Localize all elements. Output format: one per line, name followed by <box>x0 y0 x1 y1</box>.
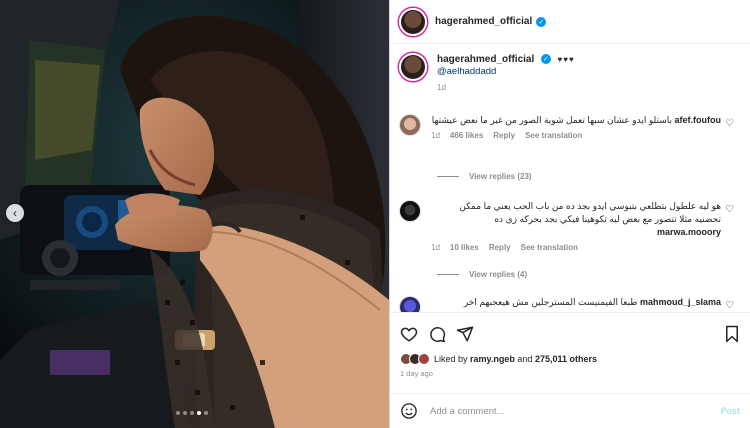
carousel-indicator <box>176 411 208 415</box>
comment-item: باستلو ايدو عشان سبها تعمل شوية الصور من… <box>399 114 744 140</box>
comment-text: باستلو ايدو عشان سبها تعمل شوية الصور من… <box>431 115 672 125</box>
post-caption: hagerahmed_official ✓ ♥♥♥ @aelhaddadd 1d <box>390 44 750 92</box>
author-avatar[interactable] <box>399 53 427 81</box>
view-replies-button[interactable]: View replies (4) <box>437 270 527 279</box>
comment-input[interactable]: Add a comment... <box>430 406 720 417</box>
comment-username[interactable]: mahmoud_j_slama <box>640 297 721 307</box>
comment-like-heart-icon[interactable]: ♡ <box>725 118 734 129</box>
likes-count[interactable]: 275,011 others <box>535 354 597 364</box>
verified-badge-icon: ✓ <box>540 54 551 65</box>
verified-badge-icon: ✓ <box>536 16 547 27</box>
reply-button[interactable]: Reply <box>493 131 515 140</box>
reply-button[interactable]: Reply <box>489 243 511 252</box>
send-icon[interactable] <box>456 325 474 343</box>
caption-mention-link[interactable]: @aelhaddadd <box>437 66 575 77</box>
commenter-avatar[interactable] <box>399 114 421 136</box>
carousel-dot <box>183 411 187 415</box>
caption-age: 1d <box>437 83 446 92</box>
replies-divider <box>437 176 459 177</box>
post-comment-button[interactable]: Post <box>720 406 740 416</box>
photo-illustration <box>0 0 389 428</box>
bookmark-icon[interactable] <box>724 325 740 343</box>
caption-hearts: ♥♥♥ <box>557 55 575 64</box>
likes-summary: Liked by ramy.ngeb and 275,011 others <box>400 353 740 365</box>
post-time-ago: 1 day ago <box>400 369 433 378</box>
carousel-dot <box>176 411 180 415</box>
see-translation-link[interactable]: See translation <box>521 243 578 252</box>
commenter-avatar[interactable] <box>399 200 421 222</box>
comment-item: طبعا الفيمنيست المسترجلين مش هيعجبهم اخر… <box>399 296 744 312</box>
comment-text: هو ليه علطول بتطلعي بتبوسي ايدو بجد ده م… <box>459 201 721 224</box>
likes-prefix: Liked by <box>434 354 468 364</box>
comment-like-heart-icon[interactable]: ♡ <box>725 204 734 215</box>
liker-avatars <box>400 353 430 365</box>
view-replies-label: View replies (4) <box>469 270 528 279</box>
comment-username[interactable]: afef.foufou <box>675 115 722 125</box>
likes-and: and <box>517 354 533 364</box>
comment-likes[interactable]: 466 likes <box>450 131 483 140</box>
comment-age: 1d <box>431 243 440 252</box>
comment-meta: 1d 466 likes Reply See translation <box>431 131 721 140</box>
replies-divider <box>437 274 459 275</box>
comments-scroll-area[interactable]: hagerahmed_official ✓ ♥♥♥ @aelhaddadd 1d… <box>390 44 750 312</box>
commenter-avatar[interactable] <box>399 296 421 312</box>
comment-username[interactable]: marwa.mooory <box>657 227 721 237</box>
caption-username[interactable]: hagerahmed_official <box>437 54 534 65</box>
instagram-post-window: ‹ hagerahmed_official ✓ hagerahmed_offic… <box>0 0 750 428</box>
heart-icon[interactable] <box>400 325 418 343</box>
comment-icon[interactable] <box>428 325 446 343</box>
carousel-dot <box>190 411 194 415</box>
liked-by-user[interactable]: ramy.ngeb <box>470 354 515 364</box>
emoji-icon[interactable] <box>400 402 418 420</box>
comment-meta: 1d 10 likes Reply See translation <box>431 243 721 252</box>
view-replies-label: View replies (23) <box>469 172 532 181</box>
carousel-dot-active <box>197 411 201 415</box>
author-username[interactable]: hagerahmed_official <box>435 16 532 27</box>
view-replies-button[interactable]: View replies (23) <box>437 172 532 181</box>
comment-age: 1d <box>431 131 440 140</box>
author-avatar[interactable] <box>399 7 427 36</box>
see-translation-link[interactable]: See translation <box>525 131 582 140</box>
post-side-panel: hagerahmed_official ✓ hagerahmed_officia… <box>389 0 750 428</box>
comment-text: طبعا الفيمنيست المسترجلين مش هيعجبهم اخر <box>463 297 638 307</box>
carousel-dot <box>204 411 208 415</box>
post-photo[interactable]: ‹ <box>0 0 389 428</box>
post-header: hagerahmed_official ✓ <box>390 0 750 44</box>
post-actions: Liked by ramy.ngeb and 275,011 others 1 … <box>390 312 750 378</box>
comment-likes[interactable]: 10 likes <box>450 243 479 252</box>
comment-item: هو ليه علطول بتطلعي بتبوسي ايدو بجد ده م… <box>399 200 744 252</box>
add-comment-bar: Add a comment... Post <box>390 393 750 428</box>
comment-like-heart-icon[interactable]: ♡ <box>725 300 734 311</box>
chevron-left-icon[interactable]: ‹ <box>6 204 24 222</box>
